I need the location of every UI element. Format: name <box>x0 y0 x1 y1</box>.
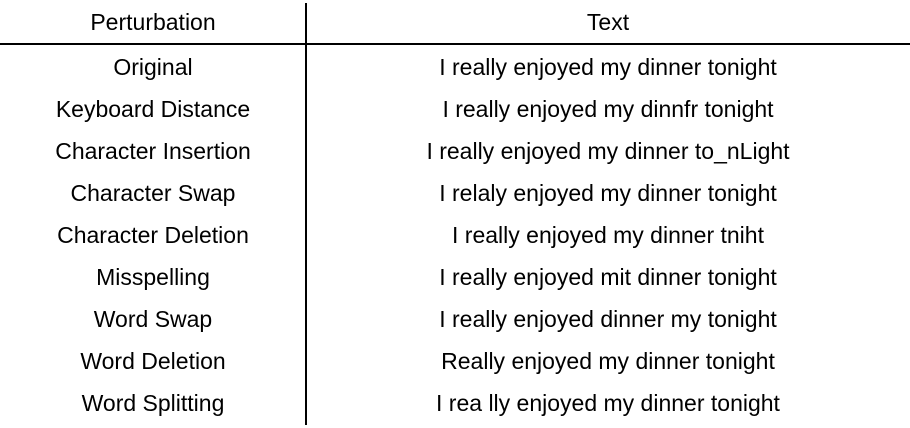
table-row: Character Deletion I really enjoyed my d… <box>0 214 910 256</box>
perturbation-cell: Word Swap <box>93 306 213 332</box>
perturbation-cell: Keyboard Distance <box>55 96 251 122</box>
text-cell: I really enjoyed my dinner tniht <box>452 222 764 248</box>
perturbation-cell: Character Deletion <box>57 222 249 248</box>
header-text: Text <box>586 9 630 35</box>
header-row: Perturbation Text <box>0 1 910 43</box>
table-row: Original I really enjoyed my dinner toni… <box>0 46 910 88</box>
table-row: Misspelling I really enjoyed mit dinner … <box>0 256 910 298</box>
perturbation-cell: Misspelling <box>96 264 210 290</box>
table-row: Word Splitting I rea lly enjoyed my dinn… <box>0 382 910 424</box>
text-cell: I really enjoyed my dinner to_nLight <box>426 138 790 164</box>
text-cell: I really enjoyed mit dinner tonight <box>439 264 777 290</box>
table-row: Keyboard Distance I really enjoyed my di… <box>0 88 910 130</box>
perturbation-cell: Character Swap <box>70 180 236 206</box>
text-cell: I really enjoyed my dinnfr tonight <box>442 96 774 122</box>
table-row: Character Insertion I really enjoyed my … <box>0 130 910 172</box>
text-cell: Really enjoyed my dinner tonight <box>441 348 775 374</box>
table-row: Character Swap I relaly enjoyed my dinne… <box>0 172 910 214</box>
text-cell: I really enjoyed dinner my tonight <box>439 306 777 332</box>
perturbation-cell: Word Splitting <box>81 390 225 416</box>
perturbation-cell: Word Deletion <box>80 348 226 374</box>
header-divider <box>0 43 910 45</box>
table-row: Word Deletion Really enjoyed my dinner t… <box>0 340 910 382</box>
perturbation-cell: Original <box>113 54 193 80</box>
text-cell: I relaly enjoyed my dinner tonight <box>439 180 777 206</box>
perturbation-cell: Character Insertion <box>55 138 251 164</box>
perturbation-table: Perturbation Text Original I really enjo… <box>0 0 910 428</box>
text-cell: I rea lly enjoyed my dinner tonight <box>436 390 780 416</box>
text-cell: I really enjoyed my dinner tonight <box>439 54 777 80</box>
table-row: Word Swap I really enjoyed dinner my ton… <box>0 298 910 340</box>
header-perturbation: Perturbation <box>90 9 216 35</box>
